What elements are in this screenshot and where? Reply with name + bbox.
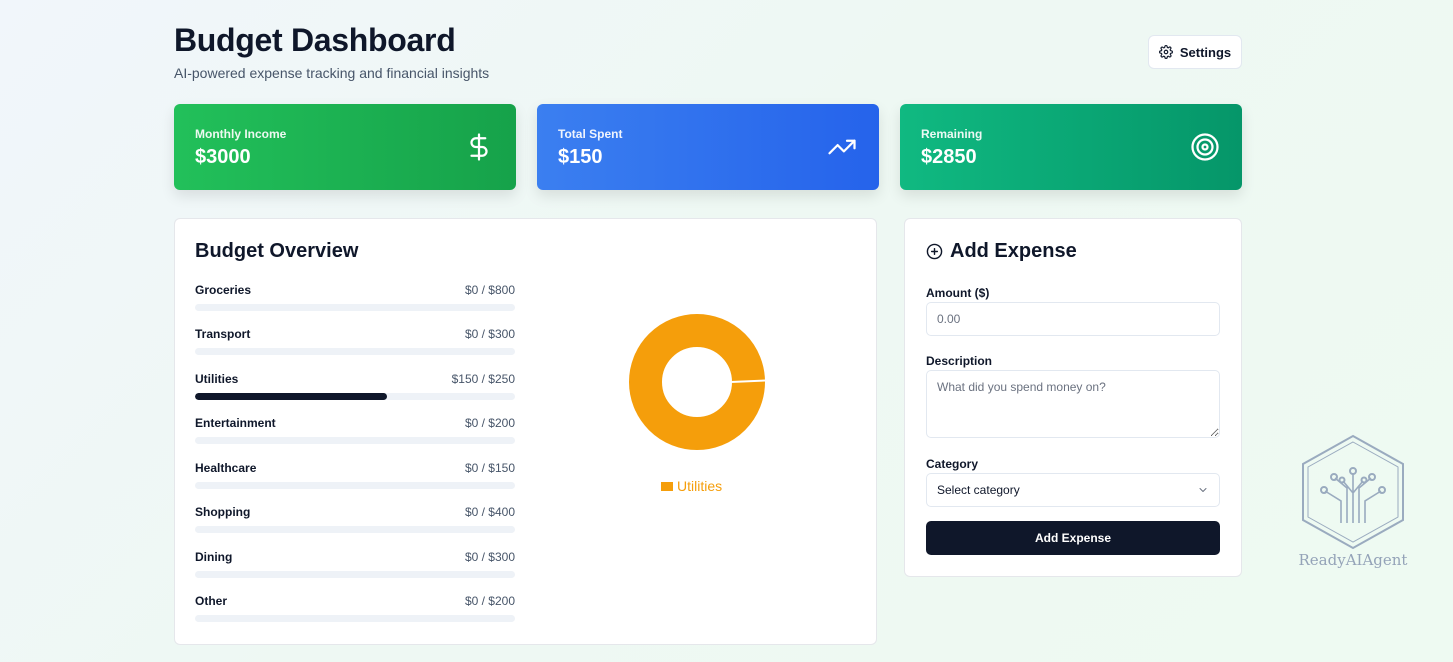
progress-track bbox=[195, 304, 515, 311]
category-name: Transport bbox=[195, 327, 251, 341]
plus-circle-icon bbox=[926, 243, 943, 260]
hexagon-circuit-icon bbox=[1302, 434, 1404, 550]
progress-track bbox=[195, 482, 515, 489]
monthly-income-card: Monthly Income $3000 bbox=[174, 104, 516, 190]
stat-label: Remaining bbox=[921, 127, 983, 141]
category-amount: $0 / $200 bbox=[464, 416, 515, 430]
amount-input[interactable] bbox=[926, 302, 1220, 336]
budget-row-dining: Dining $0 / $300 bbox=[195, 550, 515, 586]
amount-label: Amount ($) bbox=[926, 286, 990, 300]
settings-button[interactable]: Settings bbox=[1148, 35, 1242, 69]
chart-legend: Utilities bbox=[661, 478, 722, 494]
page-header: Budget Dashboard AI-powered expense trac… bbox=[174, 22, 1242, 92]
budget-row-transport: Transport $0 / $300 bbox=[195, 327, 515, 363]
legend-swatch bbox=[661, 481, 673, 491]
dollar-icon bbox=[470, 133, 488, 161]
progress-fill bbox=[195, 393, 387, 400]
settings-label: Settings bbox=[1179, 44, 1232, 60]
category-select[interactable]: Select category bbox=[926, 473, 1220, 507]
add-expense-title: Add Expense bbox=[926, 240, 1077, 263]
category-name: Healthcare bbox=[195, 461, 257, 475]
category-label: Category bbox=[926, 457, 979, 471]
budget-row-groceries: Groceries $0 / $800 bbox=[195, 283, 515, 319]
stat-label: Monthly Income bbox=[195, 127, 287, 141]
category-name: Utilities bbox=[195, 372, 239, 386]
page-title: Budget Dashboard bbox=[174, 22, 456, 58]
category-name: Shopping bbox=[195, 505, 251, 519]
budget-row-shopping: Shopping $0 / $400 bbox=[195, 505, 515, 541]
add-expense-title-text: Add Expense bbox=[950, 240, 1077, 262]
budget-overview-panel: Budget Overview Groceries $0 / $800 Tran… bbox=[174, 218, 877, 645]
category-amount: $0 / $150 bbox=[464, 461, 515, 475]
category-amount: $0 / $300 bbox=[464, 550, 515, 564]
category-select-value: Select category bbox=[937, 483, 1020, 497]
description-label: Description bbox=[926, 354, 993, 368]
stat-value: $150 bbox=[558, 146, 603, 168]
category-name: Dining bbox=[195, 550, 233, 564]
category-amount: $0 / $200 bbox=[464, 594, 515, 608]
budget-row-entertainment: Entertainment $0 / $200 bbox=[195, 416, 515, 452]
stat-value: $3000 bbox=[195, 146, 251, 168]
category-name: Entertainment bbox=[195, 416, 276, 430]
trending-up-icon bbox=[828, 139, 856, 155]
remaining-card: Remaining $2850 bbox=[900, 104, 1242, 190]
stat-label: Total Spent bbox=[558, 127, 623, 141]
chevron-down-icon bbox=[1199, 488, 1207, 492]
target-icon bbox=[1191, 133, 1219, 161]
legend-label: Utilities bbox=[677, 478, 723, 494]
add-expense-panel: Add Expense Amount ($) Description Categ… bbox=[904, 218, 1242, 577]
budget-row-other: Other $0 / $200 bbox=[195, 594, 515, 630]
progress-track bbox=[195, 615, 515, 622]
progress-track bbox=[195, 348, 515, 355]
category-amount: $0 / $800 bbox=[464, 283, 515, 297]
spending-donut-chart bbox=[629, 314, 767, 450]
stat-value: $2850 bbox=[921, 146, 977, 168]
watermark-text: ReadyAIAgent bbox=[1298, 551, 1408, 569]
budget-row-utilities: Utilities $150 / $250 bbox=[195, 372, 515, 408]
page-subtitle: AI-powered expense tracking and financia… bbox=[174, 65, 490, 81]
progress-track bbox=[195, 437, 515, 444]
category-amount: $0 / $400 bbox=[464, 505, 515, 519]
description-input[interactable] bbox=[926, 370, 1220, 438]
category-amount: $150 / $250 bbox=[451, 372, 515, 386]
progress-track bbox=[195, 526, 515, 533]
category-name: Groceries bbox=[195, 283, 252, 297]
watermark-logo: ReadyAIAgent bbox=[1297, 433, 1409, 573]
category-amount: $0 / $300 bbox=[464, 327, 515, 341]
panel-title: Budget Overview bbox=[195, 240, 359, 262]
budget-row-healthcare: Healthcare $0 / $150 bbox=[195, 461, 515, 497]
total-spent-card: Total Spent $150 bbox=[537, 104, 879, 190]
category-name: Other bbox=[195, 594, 228, 608]
progress-track bbox=[195, 571, 515, 578]
progress-track bbox=[195, 393, 515, 400]
add-expense-button[interactable]: Add Expense bbox=[926, 521, 1220, 555]
gear-icon bbox=[1158, 45, 1173, 59]
